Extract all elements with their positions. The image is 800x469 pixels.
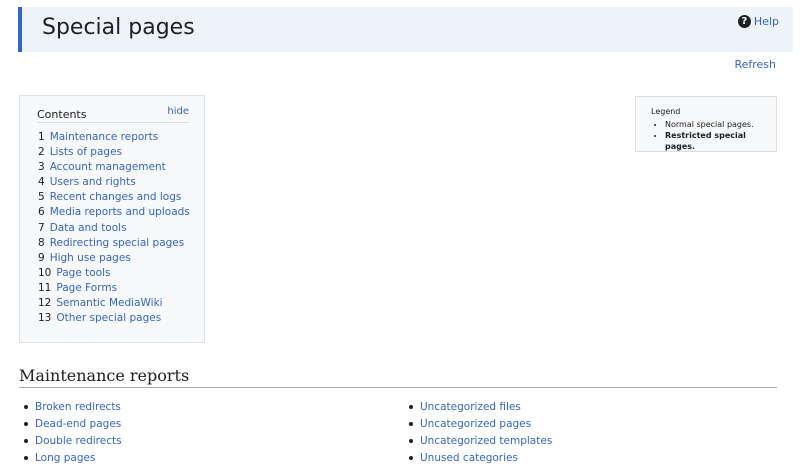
toc-item[interactable]: 1 Maintenance reports [38,130,190,145]
toc-item-number: 11 [38,281,52,294]
toc-item-link[interactable]: Page Forms [56,282,117,294]
special-page-link[interactable]: Uncategorized templates [420,435,552,447]
toc-header: Contents hide [37,106,189,123]
page-header: Special pages ? Help [18,7,793,52]
toc-item[interactable]: 10 Page tools [38,266,190,281]
toc-list: 1 Maintenance reports 2 Lists of pages 3 Ac… [38,130,190,326]
toc-item-number: 6 [38,206,45,219]
page-title: Special pages [42,15,195,40]
list-item[interactable]: Unused categories [404,451,552,468]
toc-hide-toggle[interactable]: hide [167,106,189,117]
toc-item-number: 8 [38,236,45,249]
list-item[interactable]: Double redirects [19,434,122,451]
legend-list: Normal special pages. Restricted special… [665,119,776,152]
toc-item-number: 10 [38,266,52,279]
help-icon[interactable]: ? [737,15,751,28]
special-page-link[interactable]: Broken redirects [35,401,121,413]
toc-title: Contents [37,108,87,121]
special-page-link[interactable]: Uncategorized files [420,401,521,413]
toc-item[interactable]: 11 Page Forms [38,281,190,296]
legend-title: Legend [651,107,681,116]
toc-item-number: 2 [38,146,45,159]
toc-item-link[interactable]: Page tools [56,267,110,279]
toc-item-number: 7 [38,221,45,234]
toc-item[interactable]: 5 Recent changes and logs [38,190,190,205]
legend-restricted: Restricted special pages. [665,130,776,152]
special-page-link[interactable]: Double redirects [35,435,122,447]
toc-item-link[interactable]: Recent changes and logs [50,191,182,203]
special-page-link[interactable]: Uncategorized pages [420,418,531,430]
toc-item[interactable]: 8 Redirecting special pages [38,236,190,251]
toc-item-number: 4 [38,176,45,189]
toc-item[interactable]: 12 Semantic MediaWiki [38,296,190,311]
maintenance-list-right: Uncategorized files Uncategorized pages … [404,400,552,468]
toc-item-number: 5 [38,191,45,204]
toc-item[interactable]: 9 High use pages [38,251,190,266]
toc-item[interactable]: 7 Data and tools [38,221,190,236]
special-page-link[interactable]: Long pages [35,452,95,464]
toc-item-number: 3 [38,161,45,174]
toc-item-link[interactable]: Data and tools [50,222,127,234]
toc-item-link[interactable]: Other special pages [56,312,161,324]
toc-item[interactable]: 4 Users and rights [38,175,190,190]
toc-item-link[interactable]: Media reports and uploads [50,206,190,218]
toc-item-number: 12 [38,297,52,310]
toc-item[interactable]: 6 Media reports and uploads [38,205,190,220]
special-page-link[interactable]: Unused categories [420,452,518,464]
section-heading-maintenance-reports: Maintenance reports [19,366,777,388]
maintenance-list-left: Broken redirects Dead-end pages Double r… [19,400,122,468]
toc-item-link[interactable]: Redirecting special pages [50,237,185,249]
toc-item-link[interactable]: Maintenance reports [50,131,159,143]
toc-item-number: 1 [38,131,45,143]
list-item[interactable]: Long pages [19,451,122,468]
toc-item-number: 13 [38,312,52,325]
toc-item-link[interactable]: Users and rights [50,176,136,188]
toc-item-link[interactable]: Account management [50,161,166,173]
refresh-link[interactable]: Refresh [734,58,776,71]
toc-item-link[interactable]: Lists of pages [50,146,122,158]
toc-item[interactable]: 13 Other special pages [38,311,190,326]
list-item[interactable]: Uncategorized files [404,400,552,417]
help-link[interactable]: Help [754,15,779,28]
table-of-contents: Contents hide 1 Maintenance reports 2 List… [19,95,205,343]
toc-item[interactable]: 2 Lists of pages [38,145,190,160]
toc-item-link[interactable]: High use pages [50,252,131,264]
list-item[interactable]: Dead-end pages [19,417,122,434]
toc-item[interactable]: 3 Account management [38,160,190,175]
legend-box: Legend Normal special pages. Restricted … [635,96,777,152]
legend-normal: Normal special pages. [665,119,776,130]
list-item[interactable]: Uncategorized pages [404,417,552,434]
help-link-group[interactable]: ? Help [737,15,779,28]
special-page-link[interactable]: Dead-end pages [35,418,121,430]
list-item[interactable]: Broken redirects [19,400,122,417]
list-item[interactable]: Uncategorized templates [404,434,552,451]
toc-item-link[interactable]: Semantic MediaWiki [56,297,162,309]
toc-item-number: 9 [38,251,45,264]
